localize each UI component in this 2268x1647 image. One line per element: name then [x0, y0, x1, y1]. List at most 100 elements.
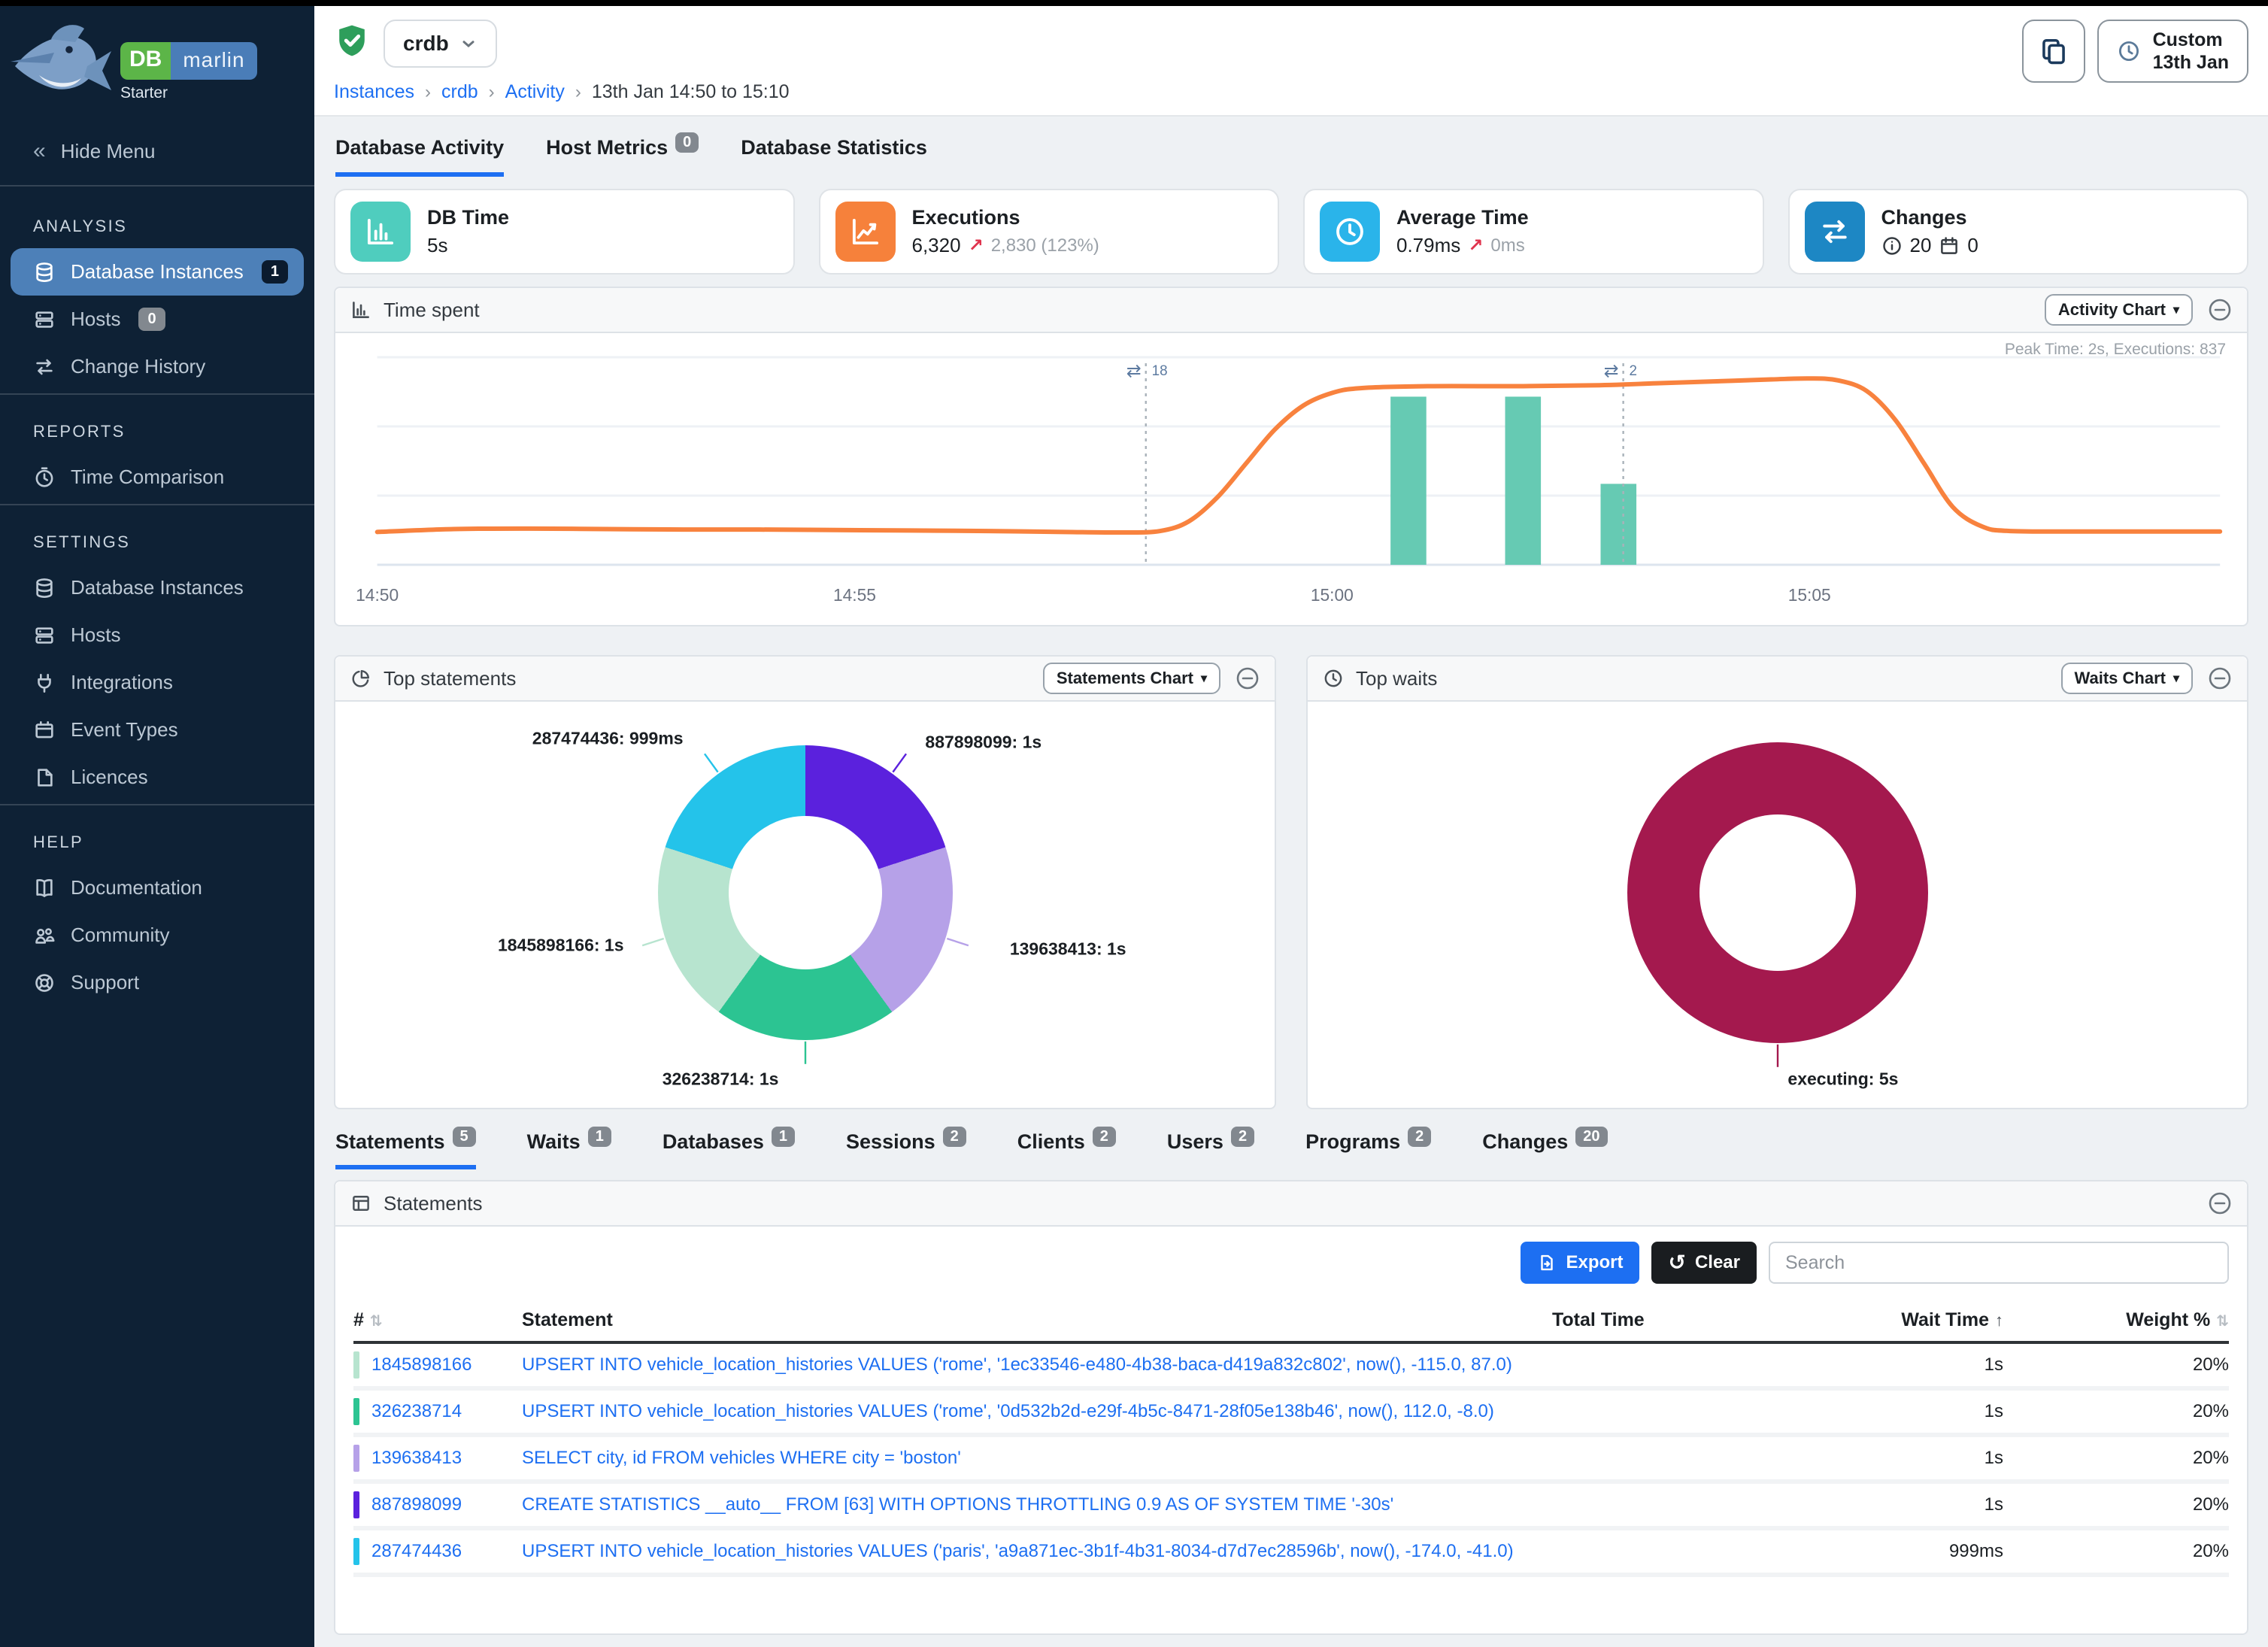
- statement-id-link[interactable]: 326238714: [371, 1401, 462, 1422]
- column-header[interactable]: Wait Time↑: [1778, 1309, 2003, 1331]
- search-input[interactable]: [1769, 1242, 2229, 1284]
- tab-host-metrics[interactable]: Host Metrics0: [546, 136, 699, 177]
- statements-chart-dropdown[interactable]: Statements Chart▾: [1043, 663, 1220, 694]
- statement-id-link[interactable]: 287474436: [371, 1541, 462, 1562]
- detail-tab-statements[interactable]: Statements5: [335, 1130, 476, 1169]
- statement-id-link[interactable]: 887898099: [371, 1494, 462, 1515]
- sidebar-item-community[interactable]: Community: [0, 911, 314, 959]
- copy-link-button[interactable]: [2022, 20, 2085, 83]
- weight-cell: 20%: [2003, 1401, 2229, 1422]
- sort-asc-icon: ↑: [1995, 1311, 2003, 1330]
- wait-clock-icon: [1323, 668, 1344, 689]
- statements-panel: Statements Export ↺ Clear #⇅StatementTot…: [334, 1180, 2248, 1635]
- column-header[interactable]: #⇅: [353, 1309, 522, 1331]
- sidebar-item-support[interactable]: Support: [0, 959, 314, 1006]
- weight-cell: 20%: [2003, 1448, 2229, 1469]
- hide-menu-button[interactable]: « Hide Menu: [0, 117, 314, 182]
- sidebar-item-licences[interactable]: Licences: [0, 754, 314, 801]
- doc-icon: [33, 877, 56, 899]
- detail-tab-sessions[interactable]: Sessions2: [846, 1130, 966, 1169]
- edition-label: Starter: [120, 84, 257, 102]
- column-header[interactable]: Total Time: [1552, 1309, 1778, 1331]
- metric-delta: 0ms: [1490, 235, 1524, 256]
- swap-icon: [33, 356, 56, 378]
- table-row: 326238714 UPSERT INTO vehicle_location_hi…: [353, 1391, 2229, 1437]
- tab-database-activity[interactable]: Database Activity: [335, 136, 504, 177]
- waits-chart-dropdown[interactable]: Waits Chart▾: [2061, 663, 2193, 694]
- detail-tab-clients[interactable]: Clients2: [1017, 1130, 1116, 1169]
- column-header[interactable]: Statement: [522, 1309, 1552, 1331]
- collapse-icon[interactable]: [2208, 1191, 2232, 1215]
- statement-link[interactable]: UPSERT INTO vehicle_location_histories V…: [522, 1354, 1512, 1375]
- metric-title: DB Time: [427, 206, 509, 229]
- svg-text:15:00: 15:00: [1311, 585, 1354, 605]
- detail-tab-programs[interactable]: Programs2: [1305, 1130, 1431, 1169]
- time-spent-chart[interactable]: ⇄18⇄214:5014:5515:0015:05: [344, 336, 2238, 619]
- statement-link[interactable]: UPSERT INTO vehicle_location_histories V…: [522, 1541, 1514, 1561]
- wait-time-cell: 1s: [1778, 1448, 2003, 1469]
- breadcrumb-crdb[interactable]: crdb: [441, 81, 478, 103]
- marlin-fish-icon: [9, 21, 117, 114]
- detail-tab-waits[interactable]: Waits1: [527, 1130, 611, 1169]
- top-statements-header: Top statements Statements Chart▾: [335, 657, 1275, 702]
- app-logo[interactable]: DB marlin Starter: [0, 6, 314, 117]
- sidebar-item-event-types[interactable]: Event Types: [0, 706, 314, 754]
- tab-database-statistics[interactable]: Database Statistics: [741, 136, 927, 177]
- sidebar-section-title: SETTINGS: [33, 532, 314, 552]
- sidebar-item-change-history[interactable]: Change History: [0, 343, 314, 390]
- statement-color-chip: [353, 1538, 359, 1565]
- detail-tab-users[interactable]: Users2: [1167, 1130, 1254, 1169]
- sidebar-item-hosts[interactable]: Hosts: [0, 611, 314, 659]
- top-waits-donut[interactable]: executing: 5s: [1308, 702, 2247, 1108]
- export-button[interactable]: Export: [1521, 1242, 1639, 1284]
- collapse-icon[interactable]: [2208, 666, 2232, 690]
- donut-slice-label: 1845898166: 1s: [498, 936, 624, 956]
- statement-link[interactable]: SELECT city, id FROM vehicles WHERE city…: [522, 1448, 961, 1468]
- svg-text:⇄: ⇄: [1126, 360, 1142, 381]
- column-header[interactable]: Weight %⇅: [2003, 1309, 2229, 1331]
- metric-value: 0.79ms: [1396, 234, 1460, 257]
- sidebar-item-hosts[interactable]: Hosts0: [0, 296, 314, 343]
- server-icon: [33, 308, 56, 331]
- wait-time-cell: 1s: [1778, 1354, 2003, 1376]
- chevron-down-icon: [459, 35, 478, 53]
- sidebar-section-title: REPORTS: [33, 422, 314, 441]
- detail-tab-databases[interactable]: Databases1: [663, 1130, 795, 1169]
- caret-down-icon: ▾: [2173, 302, 2179, 317]
- weight-cell: 20%: [2003, 1541, 2229, 1562]
- statement-color-chip: [353, 1445, 359, 1472]
- statement-id-link[interactable]: 1845898166: [371, 1354, 471, 1376]
- sidebar-item-database-instances[interactable]: Database Instances1: [11, 248, 304, 296]
- weight-cell: 20%: [2003, 1354, 2229, 1376]
- tab-badge: 5: [453, 1127, 476, 1147]
- panel-title: Top statements: [384, 667, 516, 690]
- sidebar-item-time-comparison[interactable]: Time Comparison: [0, 453, 314, 501]
- collapse-icon[interactable]: [2208, 298, 2232, 322]
- brand-name: marlin: [171, 42, 256, 80]
- breadcrumb-activity[interactable]: Activity: [505, 81, 565, 103]
- swap-icon: [1818, 215, 1851, 248]
- top-waits-panel: Top waits Waits Chart▾ executing: 5s: [1306, 655, 2248, 1109]
- clock-icon: [1333, 215, 1366, 248]
- wait-time-cell: 999ms: [1778, 1541, 2003, 1562]
- collapse-icon[interactable]: [1236, 666, 1260, 690]
- sidebar-item-documentation[interactable]: Documentation: [0, 864, 314, 911]
- svg-text:2: 2: [1630, 363, 1637, 379]
- statement-link[interactable]: CREATE STATISTICS __auto__ FROM [63] WIT…: [522, 1494, 1393, 1515]
- panel-title: Statements: [384, 1192, 483, 1215]
- statement-link[interactable]: UPSERT INTO vehicle_location_histories V…: [522, 1401, 1494, 1421]
- clear-button[interactable]: ↺ Clear: [1651, 1242, 1757, 1284]
- tab-badge: 0: [675, 132, 699, 153]
- instance-selector[interactable]: crdb: [384, 20, 497, 68]
- top-statements-donut[interactable]: 887898099: 1s139638413: 1s326238714: 1s1…: [335, 702, 1275, 1108]
- breadcrumb-instances[interactable]: Instances: [334, 81, 414, 103]
- sidebar-item-integrations[interactable]: Integrations: [0, 659, 314, 706]
- activity-chart-dropdown[interactable]: Activity Chart▾: [2045, 294, 2193, 326]
- statement-id-link[interactable]: 139638413: [371, 1448, 462, 1469]
- detail-tab-changes[interactable]: Changes20: [1482, 1130, 1607, 1169]
- sidebar-item-database-instances[interactable]: Database Instances: [0, 564, 314, 611]
- chevrons-left-icon: «: [33, 138, 46, 164]
- bar-chart-icon: [364, 215, 397, 248]
- time-range-button[interactable]: Custom 13th Jan: [2097, 20, 2248, 83]
- sort-icon: ⇅: [2216, 1313, 2229, 1330]
